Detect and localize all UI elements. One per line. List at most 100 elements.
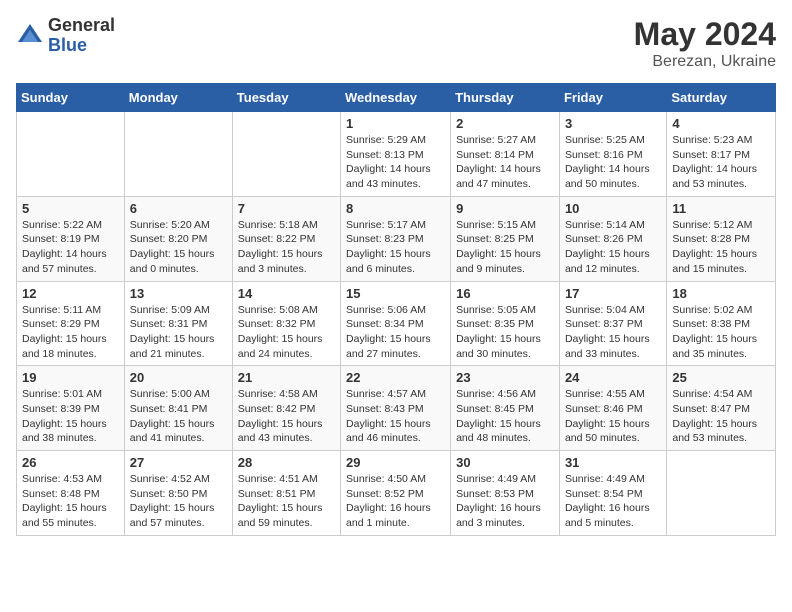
calendar-week-2: 5 Sunrise: 5:22 AM Sunset: 8:19 PM Daylig… [17, 196, 776, 281]
day-info: Sunrise: 5:22 AM Sunset: 8:19 PM Dayligh… [22, 218, 119, 277]
day-info: Sunrise: 4:51 AM Sunset: 8:51 PM Dayligh… [238, 472, 335, 531]
calendar-cell: 14Sunrise: 5:08 AM Sunset: 8:32 PM Dayli… [232, 281, 340, 366]
day-info: Sunrise: 5:11 AM Sunset: 8:29 PM Dayligh… [22, 303, 119, 362]
weekday-header-wednesday: Wednesday [341, 84, 451, 112]
day-number: 6 [130, 201, 227, 216]
day-number: 22 [346, 370, 445, 385]
day-number: 18 [672, 286, 770, 301]
day-number: 5 [22, 201, 119, 216]
day-info: Sunrise: 4:58 AM Sunset: 8:42 PM Dayligh… [238, 387, 335, 446]
calendar-table: SundayMondayTuesdayWednesdayThursdayFrid… [16, 83, 776, 536]
day-number: 2 [456, 116, 554, 131]
day-info: Sunrise: 4:52 AM Sunset: 8:50 PM Dayligh… [130, 472, 227, 531]
calendar-cell: 17Sunrise: 5:04 AM Sunset: 8:37 PM Dayli… [559, 281, 666, 366]
calendar-cell: 3Sunrise: 5:25 AM Sunset: 8:16 PM Daylig… [559, 112, 666, 197]
calendar-cell: 15 Sunrise: 5:06 AM Sunset: 8:34 PM Dayli… [341, 281, 451, 366]
day-info: Sunrise: 4:54 AM Sunset: 8:47 PM Dayligh… [672, 387, 770, 446]
day-info: Sunrise: 4:50 AM Sunset: 8:52 PM Dayligh… [346, 472, 445, 531]
weekday-header-saturday: Saturday [667, 84, 776, 112]
day-number: 19 [22, 370, 119, 385]
logo-icon [16, 22, 44, 50]
calendar-cell: 20Sunrise: 5:00 AM Sunset: 8:41 PM Dayli… [124, 366, 232, 451]
day-number: 31 [565, 455, 661, 470]
calendar-cell: 4 Sunrise: 5:23 AM Sunset: 8:17 PM Daylig… [667, 112, 776, 197]
day-number: 10 [565, 201, 661, 216]
calendar-cell [17, 112, 125, 197]
calendar-cell: 25Sunrise: 4:54 AM Sunset: 8:47 PM Dayli… [667, 366, 776, 451]
calendar-cell: 28 Sunrise: 4:51 AM Sunset: 8:51 PM Dayli… [232, 451, 340, 536]
weekday-header-row: SundayMondayTuesdayWednesdayThursdayFrid… [17, 84, 776, 112]
calendar-cell: 21 Sunrise: 4:58 AM Sunset: 8:42 PM Dayli… [232, 366, 340, 451]
day-number: 7 [238, 201, 335, 216]
day-info: Sunrise: 5:27 AM Sunset: 8:14 PM Dayligh… [456, 133, 554, 192]
day-number: 4 [672, 116, 770, 131]
day-info: Sunrise: 5:20 AM Sunset: 8:20 PM Dayligh… [130, 218, 227, 277]
calendar-header: SundayMondayTuesdayWednesdayThursdayFrid… [17, 84, 776, 112]
month-year-title: May 2024 [634, 16, 776, 53]
day-number: 9 [456, 201, 554, 216]
weekday-header-thursday: Thursday [451, 84, 560, 112]
calendar-cell: 30Sunrise: 4:49 AM Sunset: 8:53 PM Dayli… [451, 451, 560, 536]
calendar-body: 1 Sunrise: 5:29 AM Sunset: 8:13 PM Daylig… [17, 112, 776, 536]
day-info: Sunrise: 5:04 AM Sunset: 8:37 PM Dayligh… [565, 303, 661, 362]
day-number: 12 [22, 286, 119, 301]
title-block: May 2024 Berezan, Ukraine [634, 16, 776, 71]
day-info: Sunrise: 4:57 AM Sunset: 8:43 PM Dayligh… [346, 387, 445, 446]
day-info: Sunrise: 5:01 AM Sunset: 8:39 PM Dayligh… [22, 387, 119, 446]
day-number: 27 [130, 455, 227, 470]
weekday-header-tuesday: Tuesday [232, 84, 340, 112]
calendar-cell: 2 Sunrise: 5:27 AM Sunset: 8:14 PM Daylig… [451, 112, 560, 197]
calendar-cell [232, 112, 340, 197]
calendar-cell: 23Sunrise: 4:56 AM Sunset: 8:45 PM Dayli… [451, 366, 560, 451]
day-info: Sunrise: 5:12 AM Sunset: 8:28 PM Dayligh… [672, 218, 770, 277]
day-info: Sunrise: 5:14 AM Sunset: 8:26 PM Dayligh… [565, 218, 661, 277]
day-number: 26 [22, 455, 119, 470]
calendar-cell: 24Sunrise: 4:55 AM Sunset: 8:46 PM Dayli… [559, 366, 666, 451]
calendar-cell: 18 Sunrise: 5:02 AM Sunset: 8:38 PM Dayli… [667, 281, 776, 366]
day-info: Sunrise: 5:29 AM Sunset: 8:13 PM Dayligh… [346, 133, 445, 192]
calendar-cell: 1 Sunrise: 5:29 AM Sunset: 8:13 PM Daylig… [341, 112, 451, 197]
day-number: 15 [346, 286, 445, 301]
day-info: Sunrise: 5:02 AM Sunset: 8:38 PM Dayligh… [672, 303, 770, 362]
day-number: 28 [238, 455, 335, 470]
day-number: 13 [130, 286, 227, 301]
day-info: Sunrise: 5:17 AM Sunset: 8:23 PM Dayligh… [346, 218, 445, 277]
day-info: Sunrise: 5:08 AM Sunset: 8:32 PM Dayligh… [238, 303, 335, 362]
day-number: 3 [565, 116, 661, 131]
calendar-cell [124, 112, 232, 197]
logo-general: General [48, 16, 115, 36]
day-number: 20 [130, 370, 227, 385]
calendar-cell: 12 Sunrise: 5:11 AM Sunset: 8:29 PM Dayli… [17, 281, 125, 366]
day-info: Sunrise: 5:06 AM Sunset: 8:34 PM Dayligh… [346, 303, 445, 362]
day-number: 29 [346, 455, 445, 470]
calendar-cell: 22 Sunrise: 4:57 AM Sunset: 8:43 PM Dayli… [341, 366, 451, 451]
day-number: 16 [456, 286, 554, 301]
location-title: Berezan, Ukraine [634, 53, 776, 71]
day-number: 21 [238, 370, 335, 385]
calendar-cell: 7Sunrise: 5:18 AM Sunset: 8:22 PM Daylig… [232, 196, 340, 281]
logo-blue: Blue [48, 36, 115, 56]
day-info: Sunrise: 4:49 AM Sunset: 8:54 PM Dayligh… [565, 472, 661, 531]
calendar-week-3: 12 Sunrise: 5:11 AM Sunset: 8:29 PM Dayli… [17, 281, 776, 366]
calendar-cell: 9 Sunrise: 5:15 AM Sunset: 8:25 PM Daylig… [451, 196, 560, 281]
calendar-cell: 5 Sunrise: 5:22 AM Sunset: 8:19 PM Daylig… [17, 196, 125, 281]
day-number: 30 [456, 455, 554, 470]
day-info: Sunrise: 4:53 AM Sunset: 8:48 PM Dayligh… [22, 472, 119, 531]
day-number: 8 [346, 201, 445, 216]
day-number: 1 [346, 116, 445, 131]
weekday-header-monday: Monday [124, 84, 232, 112]
day-info: Sunrise: 5:15 AM Sunset: 8:25 PM Dayligh… [456, 218, 554, 277]
calendar-cell: 6 Sunrise: 5:20 AM Sunset: 8:20 PM Daylig… [124, 196, 232, 281]
page-header: General Blue May 2024 Berezan, Ukraine [16, 16, 776, 71]
calendar-week-4: 19 Sunrise: 5:01 AM Sunset: 8:39 PM Dayli… [17, 366, 776, 451]
day-info: Sunrise: 5:05 AM Sunset: 8:35 PM Dayligh… [456, 303, 554, 362]
day-info: Sunrise: 5:23 AM Sunset: 8:17 PM Dayligh… [672, 133, 770, 192]
calendar-week-1: 1 Sunrise: 5:29 AM Sunset: 8:13 PM Daylig… [17, 112, 776, 197]
day-info: Sunrise: 4:56 AM Sunset: 8:45 PM Dayligh… [456, 387, 554, 446]
calendar-cell: 31 Sunrise: 4:49 AM Sunset: 8:54 PM Dayli… [559, 451, 666, 536]
day-info: Sunrise: 5:09 AM Sunset: 8:31 PM Dayligh… [130, 303, 227, 362]
weekday-header-friday: Friday [559, 84, 666, 112]
calendar-cell: 27 Sunrise: 4:52 AM Sunset: 8:50 PM Dayli… [124, 451, 232, 536]
calendar-cell: 26 Sunrise: 4:53 AM Sunset: 8:48 PM Dayli… [17, 451, 125, 536]
calendar-cell: 16 Sunrise: 5:05 AM Sunset: 8:35 PM Dayli… [451, 281, 560, 366]
